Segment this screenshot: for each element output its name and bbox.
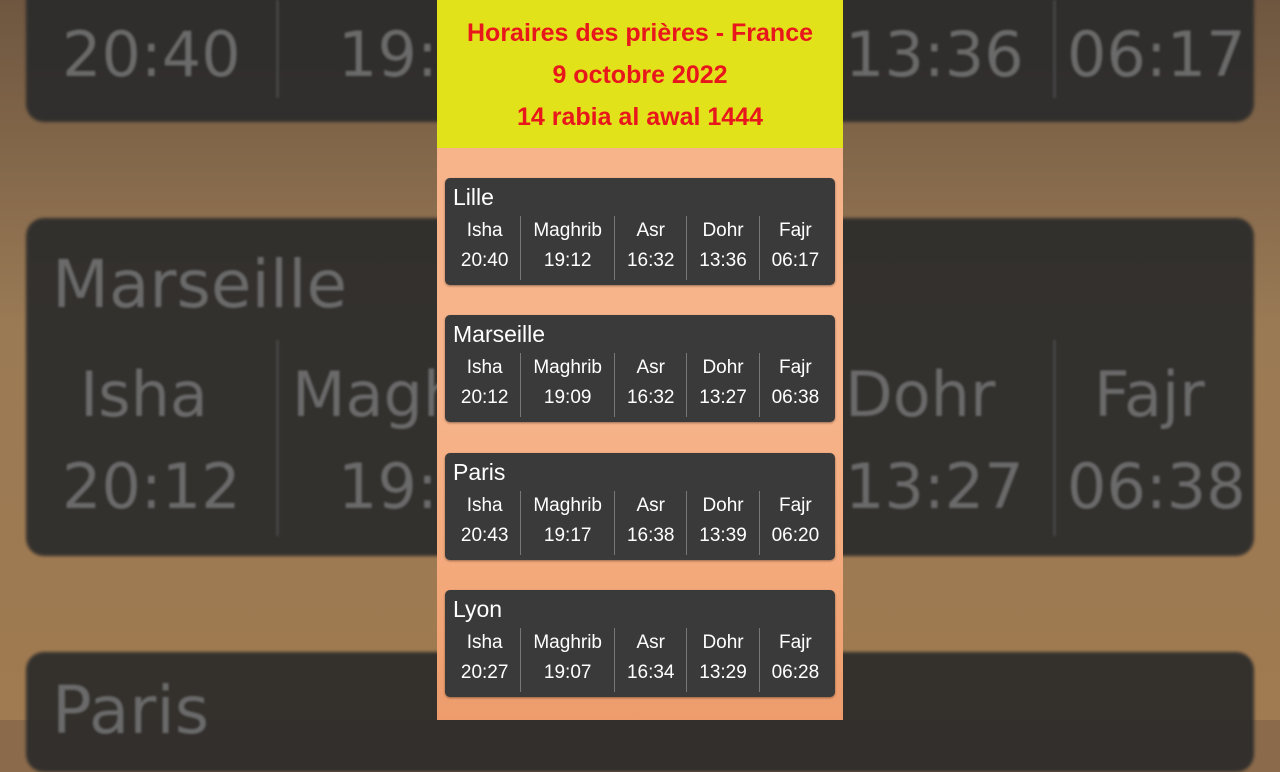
prayer-label: Fajr <box>779 495 812 516</box>
prayer-times-row: Isha 20:43 Maghrib 19:17 Asr 16:38 Dohr 13:3… <box>449 491 831 555</box>
bg-time-dohr: 13:27 <box>845 450 1024 523</box>
prayer-time: 20:12 <box>460 387 509 408</box>
bg-city-name-bottom: Paris <box>52 672 210 749</box>
prayer-label: Asr <box>636 495 665 516</box>
prayer-times-row: Isha 20:27 Maghrib 19:07 Asr 16:34 Dohr 13:2… <box>449 628 831 692</box>
prayer-label: Asr <box>636 632 665 653</box>
prayer-time: 16:32 <box>626 387 675 408</box>
prayer-label: Isha <box>466 632 503 653</box>
header-banner: Horaires des prières - France 9 octobre … <box>437 0 843 148</box>
prayer-label: Maghrib <box>533 357 603 378</box>
hijri-date: 14 rabia al awal 1444 <box>516 103 763 131</box>
prayer-time: 06:20 <box>771 525 820 546</box>
prayer-label: Dohr <box>702 220 744 241</box>
prayer-column-maghrib: Maghrib 19:12 <box>520 216 614 280</box>
prayer-column-isha: Isha 20:12 <box>449 353 520 417</box>
prayer-label: Fajr <box>779 632 812 653</box>
prayer-time: 20:43 <box>460 525 509 546</box>
city-name: Paris <box>453 459 506 485</box>
prayer-time: 13:36 <box>699 250 747 271</box>
prayer-time: 16:34 <box>626 662 675 683</box>
prayer-column-maghrib: Maghrib 19:17 <box>520 491 614 555</box>
prayer-label: Fajr <box>779 357 812 378</box>
prayer-times-panel: Horaires des prières - France 9 octobre … <box>437 0 843 720</box>
prayer-column-isha: Isha 20:43 <box>449 491 520 555</box>
bg-label-dohr: Dohr <box>845 358 996 431</box>
prayer-time: 13:27 <box>699 387 747 408</box>
bg-city-name: Marseille <box>52 246 348 323</box>
bg-time-fajr-top: 06:17 <box>1067 18 1246 91</box>
prayer-time: 20:40 <box>460 250 509 271</box>
prayer-label: Fajr <box>779 220 812 241</box>
prayer-column-isha: Isha 20:40 <box>449 216 520 280</box>
prayer-column-dohr: Dohr 13:39 <box>686 491 758 555</box>
prayer-time: 16:32 <box>626 250 675 271</box>
prayer-time: 19:07 <box>543 662 592 683</box>
prayer-column-dohr: Dohr 13:27 <box>686 353 758 417</box>
prayer-label: Maghrib <box>533 632 603 653</box>
prayer-column-asr: Asr 16:32 <box>614 353 686 417</box>
prayer-column-maghrib: Maghrib 19:07 <box>520 628 614 692</box>
city-card-lyon: Lyon Isha 20:27 Maghrib 19:07 Asr 16:34 Doh… <box>445 590 835 697</box>
bg-label-isha: Isha <box>80 358 208 431</box>
bg-time-dohr-top: 13:36 <box>845 18 1024 91</box>
city-name: Lyon <box>453 596 503 622</box>
prayer-times-row: Isha 20:40 Maghrib 19:12 Asr 16:32 Dohr 13:3… <box>449 216 831 280</box>
prayer-column-asr: Asr 16:34 <box>614 628 686 692</box>
prayer-time: 13:29 <box>699 662 747 683</box>
prayer-time: 16:38 <box>626 525 675 546</box>
city-card-paris: Paris Isha 20:43 Maghrib 19:17 Asr 16:38 Do… <box>445 453 835 560</box>
prayer-column-dohr: Dohr 13:36 <box>686 216 758 280</box>
prayer-column-isha: Isha 20:27 <box>449 628 520 692</box>
prayer-time: 06:28 <box>771 662 820 683</box>
prayer-column-maghrib: Maghrib 19:09 <box>520 353 614 417</box>
prayer-label: Maghrib <box>533 220 603 241</box>
prayer-label: Asr <box>636 220 665 241</box>
prayer-time: 19:09 <box>543 387 592 408</box>
city-card-lille: Lille Isha 20:40 Maghrib 19:12 Asr 16:32 Do… <box>445 178 835 285</box>
prayer-column-fajr: Fajr 06:38 <box>758 353 831 417</box>
bg-divider <box>276 0 279 98</box>
city-name: Marseille <box>453 321 546 347</box>
prayer-column-asr: Asr 16:38 <box>614 491 686 555</box>
prayer-column-fajr: Fajr 06:17 <box>758 216 831 280</box>
prayer-label: Maghrib <box>533 495 603 516</box>
prayer-label: Asr <box>636 357 665 378</box>
prayer-time: 20:27 <box>460 662 509 683</box>
bg-divider <box>1053 340 1056 536</box>
prayer-label: Dohr <box>702 357 744 378</box>
bg-label-fajr: Fajr <box>1094 358 1205 431</box>
bg-time-isha-top: 20:40 <box>62 18 241 91</box>
prayer-time: 06:17 <box>771 250 820 271</box>
prayer-label: Isha <box>466 357 503 378</box>
prayer-time: 19:17 <box>543 525 592 546</box>
city-name: Lille <box>453 184 494 210</box>
prayer-time: 19:12 <box>543 250 592 271</box>
prayer-times-row: Isha 20:12 Maghrib 19:09 Asr 16:32 Dohr 13:2… <box>449 353 831 417</box>
bg-divider <box>1053 0 1056 98</box>
prayer-column-fajr: Fajr 06:28 <box>758 628 831 692</box>
prayer-time: 06:38 <box>771 387 820 408</box>
prayer-column-asr: Asr 16:32 <box>614 216 686 280</box>
prayer-label: Isha <box>466 495 503 516</box>
prayer-column-fajr: Fajr 06:20 <box>758 491 831 555</box>
bg-divider <box>276 340 279 536</box>
prayer-label: Dohr <box>702 632 744 653</box>
gregorian-date: 9 octobre 2022 <box>552 61 728 89</box>
prayer-column-dohr: Dohr 13:29 <box>686 628 758 692</box>
bg-time-isha: 20:12 <box>62 450 241 523</box>
prayer-time: 13:39 <box>699 525 747 546</box>
city-card-marseille: Marseille Isha 20:12 Maghrib 19:09 Asr 16:3… <box>445 315 835 422</box>
bg-time-fajr: 06:38 <box>1067 450 1246 523</box>
page-title: Horaires des prières - France <box>467 19 813 47</box>
prayer-label: Dohr <box>702 495 744 516</box>
prayer-label: Isha <box>466 220 503 241</box>
